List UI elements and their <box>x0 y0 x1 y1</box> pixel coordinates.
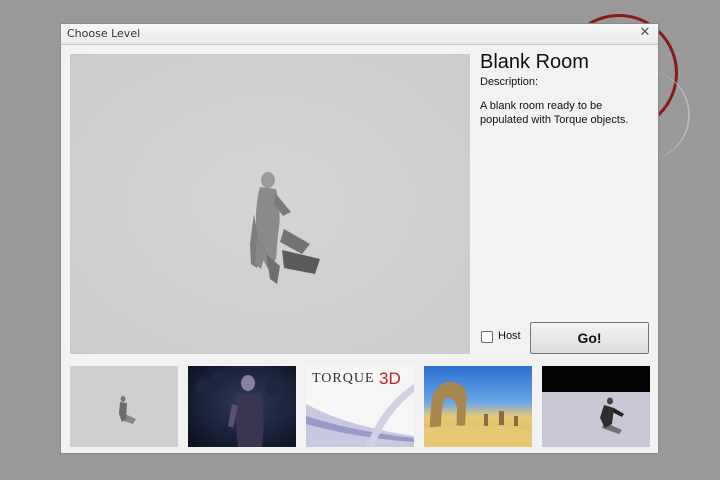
description-label: Description: <box>480 76 539 88</box>
torque-logo-text: TORQUE <box>312 371 375 386</box>
host-label: Host <box>498 330 521 342</box>
dialog-titlebar[interactable]: Choose Level ✕ <box>61 24 658 45</box>
character-figure <box>250 172 320 284</box>
thumb-soldier[interactable] <box>542 366 650 447</box>
dialog-title: Choose Level <box>67 27 141 40</box>
host-checkbox[interactable] <box>481 331 493 343</box>
thumb-desert-arch[interactable] <box>424 366 532 447</box>
go-button[interactable]: Go! <box>530 322 649 354</box>
thumb-character-icon <box>119 396 136 424</box>
close-icon[interactable]: ✕ <box>638 25 652 41</box>
thumb-torque-3d-logo[interactable]: TORQUE 3D <box>306 366 414 447</box>
desert-arch-scene <box>424 381 532 447</box>
thumb-dark-character[interactable] <box>188 366 296 447</box>
thumb-blank-room[interactable] <box>70 366 178 447</box>
level-description: A blank room ready to be populated with … <box>480 100 629 126</box>
level-preview-image <box>70 54 470 354</box>
soldier-scene <box>542 366 650 434</box>
torque-logo-3d: 3D <box>379 369 401 388</box>
level-title: Blank Room <box>480 51 589 73</box>
thumb-dark-figure <box>196 372 290 447</box>
choose-level-dialog: Choose Level ✕ Blank Room Description: A… <box>60 23 659 454</box>
